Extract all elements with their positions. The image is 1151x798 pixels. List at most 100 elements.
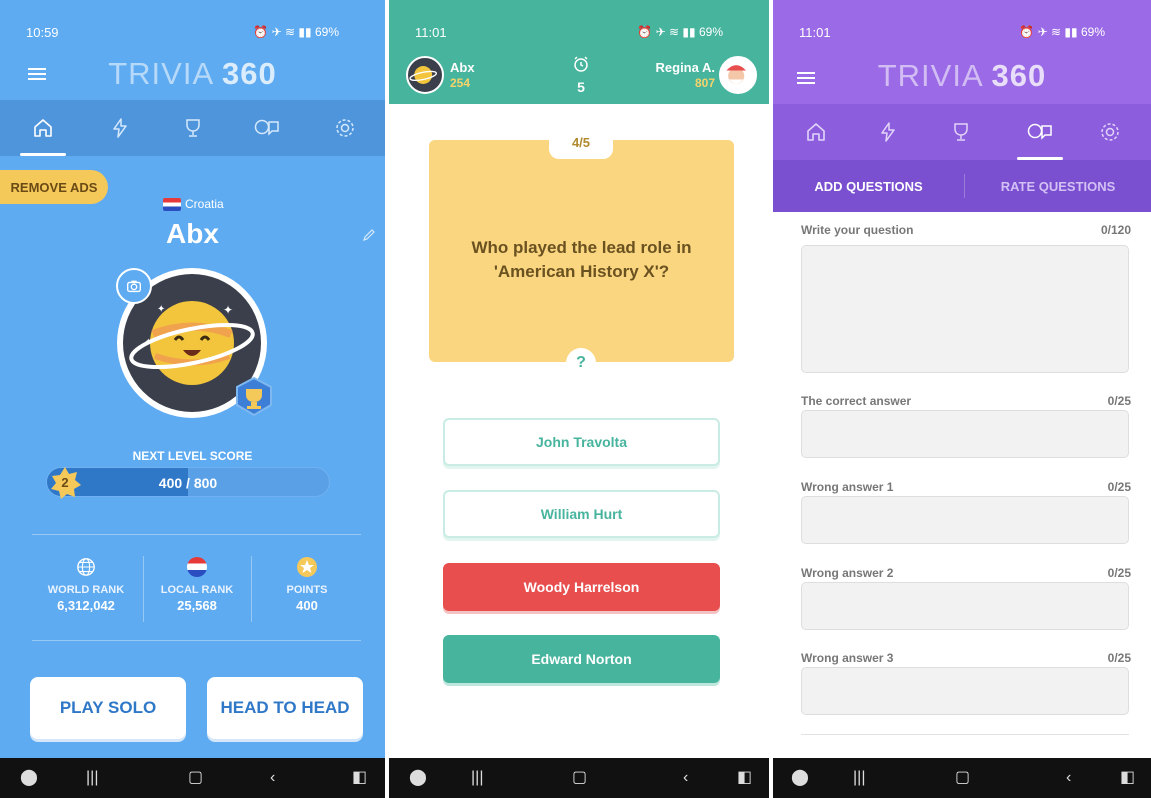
field-label: Wrong answer 1 <box>801 480 894 494</box>
stat-value: 6,312,042 <box>57 598 115 613</box>
lightning-icon <box>881 122 895 142</box>
star-coin-icon <box>297 557 317 577</box>
timer-value: 5 <box>577 79 585 95</box>
assistant-icon[interactable]: ⬤ <box>20 768 38 788</box>
back-icon[interactable]: ‹ <box>1066 768 1071 788</box>
subtab-add-questions[interactable]: ADD QUESTIONS <box>773 160 964 212</box>
logo-number: 360 <box>991 58 1047 93</box>
char-counter: 0/25 <box>1107 566 1131 580</box>
head-to-head-button[interactable]: HEAD TO HEAD <box>207 677 363 739</box>
battery-level: 69% <box>314 25 339 39</box>
trophy-badge-icon <box>236 376 272 417</box>
tab-questions[interactable] <box>1005 104 1075 160</box>
char-counter: 0/25 <box>1107 651 1131 665</box>
gear-icon <box>1101 123 1119 141</box>
status-time: 11:01 <box>799 25 831 40</box>
tab-home[interactable] <box>8 100 78 156</box>
tab-leaderboard[interactable] <box>158 100 228 156</box>
field-label: The correct answer <box>801 394 912 408</box>
wrong-answer-3-label: Wrong answer 3 0/25 <box>801 651 1131 665</box>
status-bar: 10:59 ⏰ ✈ ≋ ▮▮ 69% <box>0 0 385 39</box>
stat-world-rank[interactable]: WORLD RANK 6,312,042 <box>30 556 142 613</box>
player1-avatar <box>406 56 444 94</box>
croatia-flag-icon <box>187 557 207 577</box>
status-icons: ⏰ ✈ ≋ ▮▮ 69% <box>253 25 339 39</box>
round-timer: 5 <box>569 55 593 95</box>
answer-option[interactable]: John Travolta <box>443 418 720 466</box>
question-text: Who played the lead role in 'American Hi… <box>471 238 692 281</box>
app-logo: TRIVIA 360 <box>773 58 1151 94</box>
status-bar: 11:01 ⏰ ✈ ≋ ▮▮ 69% <box>389 0 769 39</box>
main-tabbar <box>773 104 1151 160</box>
recent-apps-icon[interactable]: ||| <box>471 768 483 788</box>
croatia-flag-icon <box>163 197 181 211</box>
edit-pencil-icon[interactable] <box>362 228 376 242</box>
username: Abx <box>166 218 219 249</box>
add-questions-screen: 11:01 ⏰ ✈ ≋ ▮▮ 69% TRIVIA 360 ADD QUESTI… <box>773 0 1151 798</box>
tab-settings[interactable] <box>310 100 380 156</box>
questions-subtabs: ADD QUESTIONS RATE QUESTIONS <box>773 160 1151 212</box>
play-solo-button[interactable]: PLAY SOLO <box>30 677 186 739</box>
char-counter: 0/25 <box>1107 480 1131 494</box>
correct-answer-label: The correct answer 0/25 <box>801 394 1131 408</box>
next-level-label: NEXT LEVEL SCORE <box>132 449 253 463</box>
tab-questions[interactable] <box>232 100 302 156</box>
camera-icon[interactable] <box>116 268 152 304</box>
char-counter: 0/120 <box>1100 223 1131 237</box>
stat-points[interactable]: POINTS 400 <box>251 556 363 613</box>
assistant-icon[interactable]: ⬤ <box>409 768 427 788</box>
battery-level: 69% <box>1080 25 1105 39</box>
stat-local-rank[interactable]: LOCAL RANK 25,568 <box>141 556 253 613</box>
stat-label: WORLD RANK <box>47 584 125 596</box>
wrong-answer-3-field[interactable] <box>801 667 1129 715</box>
home-button-icon[interactable]: ▢ <box>188 768 203 788</box>
player1-name: Abx <box>450 60 475 75</box>
wrong-answer-1-label: Wrong answer 1 0/25 <box>801 480 1131 494</box>
globe-icon <box>77 558 95 576</box>
question-bubble-icon <box>1027 123 1052 140</box>
question-counter: 4/5 <box>549 125 613 159</box>
recent-apps-icon[interactable]: ||| <box>853 768 865 788</box>
system-nav-bar: ⬤ ||| ▢ ‹ ◧ <box>773 758 1151 798</box>
screenshot-icon[interactable]: ◧ <box>737 768 752 788</box>
alarm-clock-icon <box>574 56 588 72</box>
answer-option[interactable]: Woody Harrelson <box>443 563 720 611</box>
stat-label: POINTS <box>286 584 328 596</box>
home-icon <box>34 119 52 137</box>
answer-option[interactable]: Edward Norton <box>443 635 720 683</box>
home-button-icon[interactable]: ▢ <box>572 768 587 788</box>
wrong-answer-2-label: Wrong answer 2 0/25 <box>801 566 1131 580</box>
logo-number: 360 <box>222 56 277 91</box>
tab-leaderboard[interactable] <box>926 104 996 160</box>
divider <box>32 640 361 641</box>
question-textarea[interactable] <box>801 245 1129 373</box>
screenshot-icon[interactable]: ◧ <box>352 768 367 788</box>
tab-settings[interactable] <box>1075 104 1145 160</box>
back-icon[interactable]: ‹ <box>270 768 275 788</box>
tab-quick-play[interactable] <box>85 100 155 156</box>
back-icon[interactable]: ‹ <box>683 768 688 788</box>
field-label: Wrong answer 2 <box>801 566 894 580</box>
answer-option[interactable]: William Hurt <box>443 490 720 538</box>
subtab-rate-questions[interactable]: RATE QUESTIONS <box>965 160 1151 212</box>
assistant-icon[interactable]: ⬤ <box>791 768 809 788</box>
gear-icon <box>336 119 354 137</box>
quiz-screen: 11:01 ⏰ ✈ ≋ ▮▮ 69% Abx 254 5 Regina A. 8… <box>389 0 769 798</box>
wrong-answer-1-field[interactable] <box>801 496 1129 544</box>
wrong-answer-2-field[interactable] <box>801 582 1129 630</box>
home-button-icon[interactable]: ▢ <box>955 768 970 788</box>
lightning-icon <box>113 118 127 138</box>
screenshot-icon[interactable]: ◧ <box>1120 768 1135 788</box>
correct-answer-field[interactable] <box>801 410 1129 458</box>
stat-label: LOCAL RANK <box>160 584 234 596</box>
tab-home[interactable] <box>781 104 851 160</box>
player2-avatar <box>719 56 757 94</box>
home-icon <box>807 123 825 141</box>
level-progress-text: 400 / 800 <box>158 475 218 491</box>
tab-quick-play[interactable] <box>853 104 923 160</box>
remove-ads-button[interactable]: REMOVE ADS <box>0 170 108 204</box>
level-progress-bar: 400 / 800 <box>46 467 330 497</box>
recent-apps-icon[interactable]: ||| <box>86 768 98 788</box>
question-mark-icon: ? <box>566 348 596 378</box>
status-icons: ⏰ ✈ ≋ ▮▮ 69% <box>1019 25 1105 39</box>
